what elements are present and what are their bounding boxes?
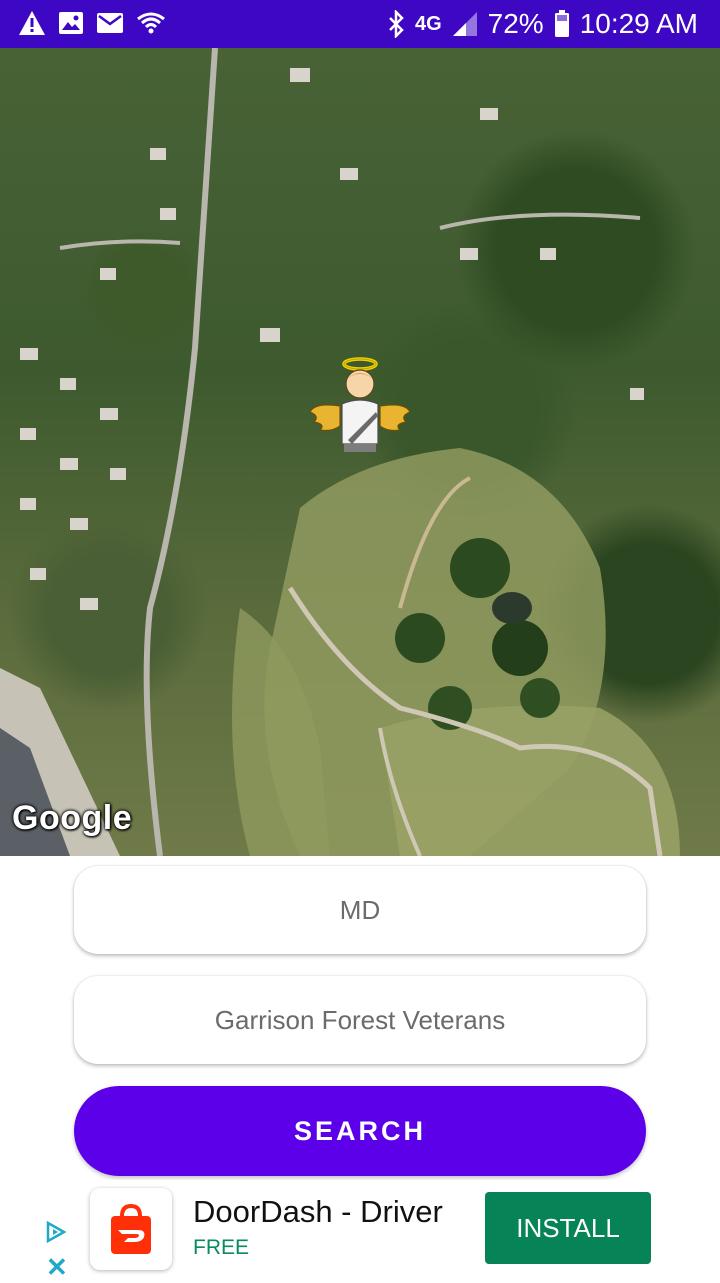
install-button[interactable]: INSTALL bbox=[485, 1192, 651, 1264]
cemetery-input-value: Garrison Forest Veterans bbox=[214, 1004, 506, 1035]
state-input[interactable]: MD bbox=[74, 866, 646, 954]
bluetooth-icon bbox=[387, 10, 405, 38]
close-icon[interactable]: ✕ bbox=[46, 1252, 68, 1283]
network-type: 4G bbox=[414, 12, 442, 35]
battery-icon bbox=[554, 10, 570, 38]
ad-banner[interactable]: ✕ DoorDash - Driver FREE INSTALL bbox=[0, 1180, 720, 1283]
mail-icon bbox=[96, 11, 124, 35]
search-button[interactable]: SEARCH bbox=[74, 1086, 646, 1176]
alert-icon bbox=[18, 10, 46, 36]
status-bar: 4G 72% 10:29 AM bbox=[0, 0, 720, 48]
image-icon bbox=[58, 11, 84, 35]
wifi-icon bbox=[136, 11, 166, 35]
state-input-value: MD bbox=[339, 894, 381, 925]
doordash-logo-icon bbox=[90, 1188, 172, 1270]
angel-marker-icon[interactable] bbox=[309, 354, 411, 464]
satellite-map[interactable]: Google bbox=[0, 48, 720, 856]
signal-icon bbox=[452, 11, 478, 37]
ad-choices-icon[interactable] bbox=[44, 1220, 68, 1249]
clock: 10:29 AM bbox=[579, 8, 698, 39]
ad-app-name: DoorDash - Driver bbox=[193, 1194, 443, 1229]
battery-percent: 72% bbox=[487, 8, 544, 39]
google-attribution: Google bbox=[12, 799, 133, 837]
cemetery-input[interactable]: Garrison Forest Veterans bbox=[74, 976, 646, 1064]
ad-price: FREE bbox=[193, 1236, 250, 1259]
